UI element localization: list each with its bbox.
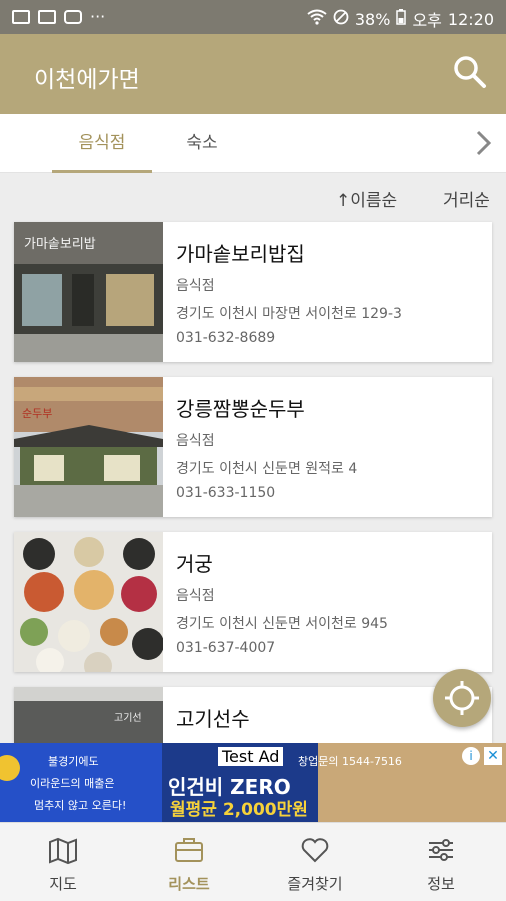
restaurant-address: 경기도 이천시 신둔면 서이천로 945 — [176, 616, 388, 632]
gallery-icon — [12, 9, 30, 24]
restaurant-photo: 순두부 — [14, 377, 163, 517]
restaurant-address: 경기도 이천시 신둔면 원적로 4 — [176, 461, 358, 477]
ad-info-icon[interactable]: i — [462, 747, 480, 765]
svg-text:가마솥보리밥: 가마솥보리밥 — [24, 237, 96, 252]
ad-banner[interactable]: 불경기에도 이라운드의 매출은 멈추지 않고 오른다! Test Ad 창업문의… — [0, 743, 506, 822]
app-title: 이천에가면 — [34, 67, 140, 93]
chevron-right-icon — [476, 130, 492, 156]
app-bar: 이천에가면 — [0, 34, 506, 114]
restaurant-phone: 031-637-4007 — [176, 640, 276, 656]
heart-icon — [301, 838, 329, 863]
tab-lodging[interactable]: 숙소 — [152, 114, 252, 172]
location-target-icon — [445, 681, 479, 715]
restaurant-photo: 가마솥보리밥 — [14, 222, 163, 362]
sliders-icon — [429, 839, 453, 861]
category-tabs: 음식점 숙소 — [0, 114, 506, 173]
nav-info[interactable]: 정보 — [378, 823, 504, 901]
ad-test-label: Test Ad — [218, 747, 284, 766]
list-icon — [175, 838, 203, 862]
status-bar: ··· 38% 오후 12:20 — [0, 0, 506, 34]
restaurant-category: 음식점 — [176, 588, 215, 604]
my-location-button[interactable] — [433, 669, 491, 727]
nav-list-label: 리스트 — [168, 875, 210, 893]
bottom-navigation: 지도 리스트 즐겨찾기 정보 — [0, 822, 506, 901]
restaurant-name: 고기선수 — [176, 707, 250, 731]
sort-by-distance-button[interactable]: 거리순 — [443, 186, 490, 211]
more-notifications-icon: ··· — [90, 7, 106, 26]
nav-map[interactable]: 지도 — [0, 823, 126, 901]
restaurant-address: 경기도 이천시 마장면 서이천로 129-3 — [176, 306, 402, 322]
ad-line2: 이라운드의 매출은 — [30, 777, 115, 790]
ad-line1: 불경기에도 — [48, 755, 99, 768]
battery-icon — [396, 9, 407, 29]
nav-map-label: 지도 — [49, 875, 77, 893]
battery-percent: 38% — [354, 9, 391, 29]
restaurant-card[interactable]: 고기선 고기선수 — [14, 687, 492, 743]
youtube-icon — [64, 9, 82, 24]
restaurant-card[interactable]: 거궁 음식점 경기도 이천시 신둔면 서이천로 945 031-637-4007 — [14, 532, 492, 672]
svg-text:고기선: 고기선 — [114, 712, 142, 724]
svg-text:순두부: 순두부 — [22, 407, 52, 420]
restaurant-category: 음식점 — [176, 433, 215, 449]
restaurant-phone: 031-632-8689 — [176, 330, 276, 346]
restaurant-name: 가마솥보리밥집 — [176, 242, 305, 266]
restaurant-card[interactable]: 순두부 강릉짬뽕순두부 음식점 경기도 이천시 신둔면 원적로 4 031-63… — [14, 377, 492, 517]
restaurant-phone: 031-633-1150 — [176, 485, 276, 501]
nav-list[interactable]: 리스트 — [126, 823, 252, 901]
notification-icons: ··· — [12, 7, 105, 26]
search-icon — [454, 56, 486, 88]
ad-phone: 창업문의 1544-7516 — [298, 755, 402, 768]
sort-bar: ↑이름순 거리순 — [0, 172, 506, 218]
restaurant-category: 음식점 — [176, 278, 215, 294]
tab-restaurant[interactable]: 음식점 — [52, 114, 152, 173]
ad-line3: 멈추지 않고 오른다! — [34, 799, 127, 812]
nav-favorites[interactable]: 즐겨찾기 — [252, 823, 378, 901]
restaurant-name: 거궁 — [176, 552, 213, 576]
dnd-icon — [333, 9, 349, 29]
ad-price: 월평균 2,000만원 — [170, 800, 308, 820]
clock: 12:20 — [447, 9, 494, 29]
restaurant-name: 강릉짬뽕순두부 — [176, 397, 305, 421]
map-icon — [49, 837, 77, 865]
nav-favorites-label: 즐겨찾기 — [287, 875, 343, 893]
sort-by-name-button[interactable]: ↑이름순 — [336, 186, 397, 211]
wifi-icon — [307, 9, 327, 29]
tab-next-button[interactable] — [470, 128, 496, 158]
screen-icon — [38, 9, 56, 24]
restaurant-photo: 고기선 — [14, 687, 163, 743]
ampm: 오후 — [412, 11, 442, 30]
search-button[interactable] — [450, 52, 490, 92]
restaurant-card[interactable]: 가마솥보리밥 가마솥보리밥집 음식점 경기도 이천시 마장면 서이천로 129-… — [14, 222, 492, 362]
status-right: 38% 오후 12:20 — [307, 7, 494, 31]
restaurant-photo — [14, 532, 163, 672]
ad-close-icon[interactable]: ✕ — [484, 747, 502, 765]
nav-info-label: 정보 — [427, 875, 455, 893]
